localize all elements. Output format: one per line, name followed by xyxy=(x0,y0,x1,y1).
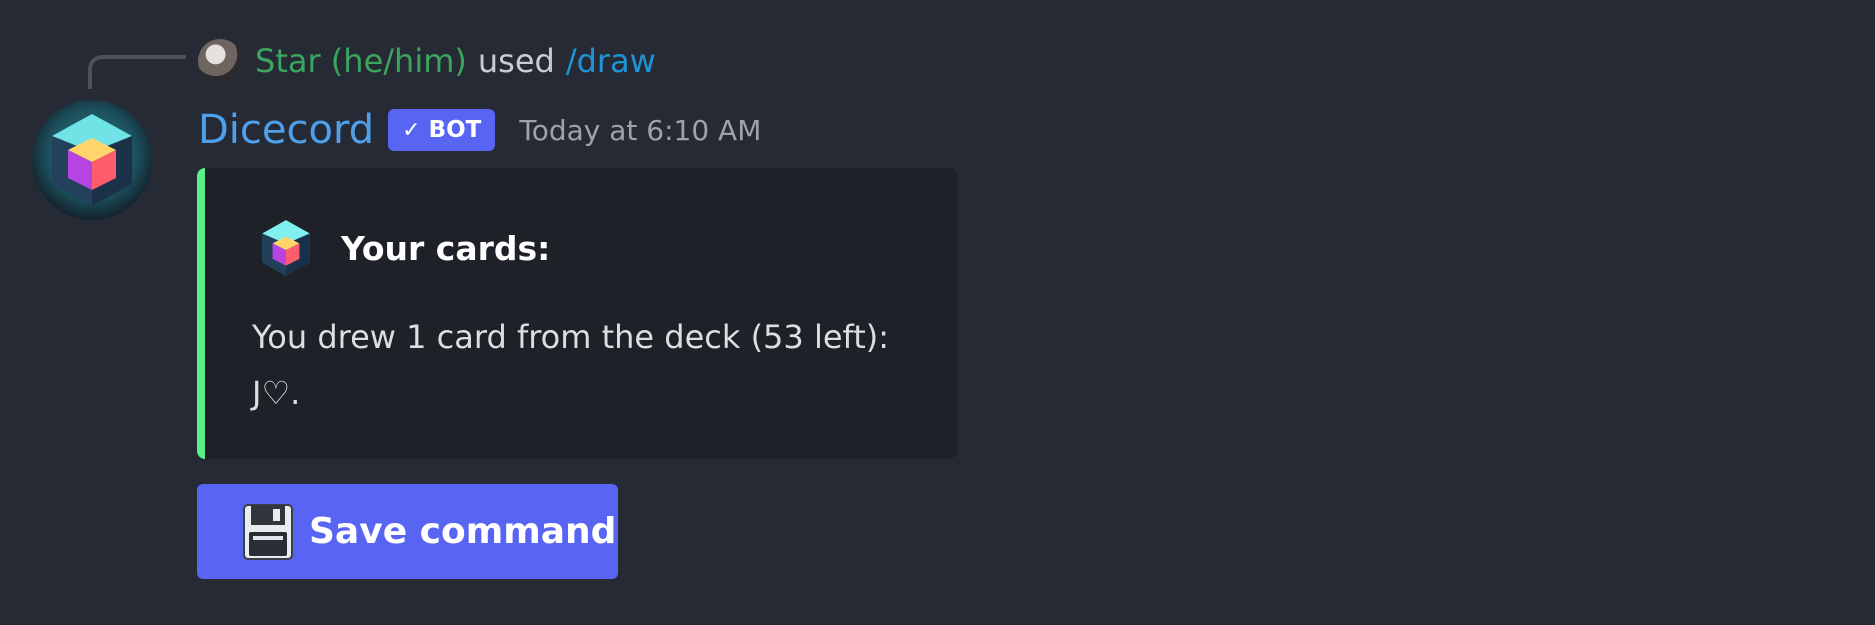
chat-message-area: Star (he/him) used /draw Dicecord ✓ BOT … xyxy=(0,0,1875,625)
bot-tag-label: BOT xyxy=(428,117,482,143)
embed-author: Your cards: xyxy=(255,216,550,280)
reply-command[interactable]: /draw xyxy=(566,42,656,80)
embed-description: You drew 1 card from the deck (53 left):… xyxy=(252,309,889,421)
reply-user-avatar[interactable] xyxy=(198,39,242,83)
message-header: Dicecord ✓ BOT Today at 6:10 AM xyxy=(198,102,761,158)
floppy-disk-icon xyxy=(243,503,293,560)
dice-cube-icon xyxy=(262,220,310,276)
reply-context[interactable]: Star (he/him) used /draw xyxy=(198,36,656,86)
reply-connector-line xyxy=(88,55,186,89)
embed-title: Your cards: xyxy=(341,228,551,268)
embed-description-line: J♡. xyxy=(252,374,301,412)
message-embed: Your cards: You drew 1 card from the dec… xyxy=(197,168,957,459)
bot-tag-badge: ✓ BOT xyxy=(388,109,496,151)
reply-username[interactable]: Star (he/him) xyxy=(255,42,467,80)
save-command-label: Save command xyxy=(309,511,617,552)
checkmark-icon: ✓ xyxy=(402,117,421,143)
bot-avatar[interactable] xyxy=(32,100,152,220)
save-command-button[interactable]: Save command xyxy=(197,484,618,579)
message-timestamp[interactable]: Today at 6:10 AM xyxy=(519,114,761,147)
bot-username[interactable]: Dicecord xyxy=(198,107,374,153)
reply-action-text: used xyxy=(477,42,555,80)
embed-description-line: You drew 1 card from the deck (53 left): xyxy=(252,318,890,356)
